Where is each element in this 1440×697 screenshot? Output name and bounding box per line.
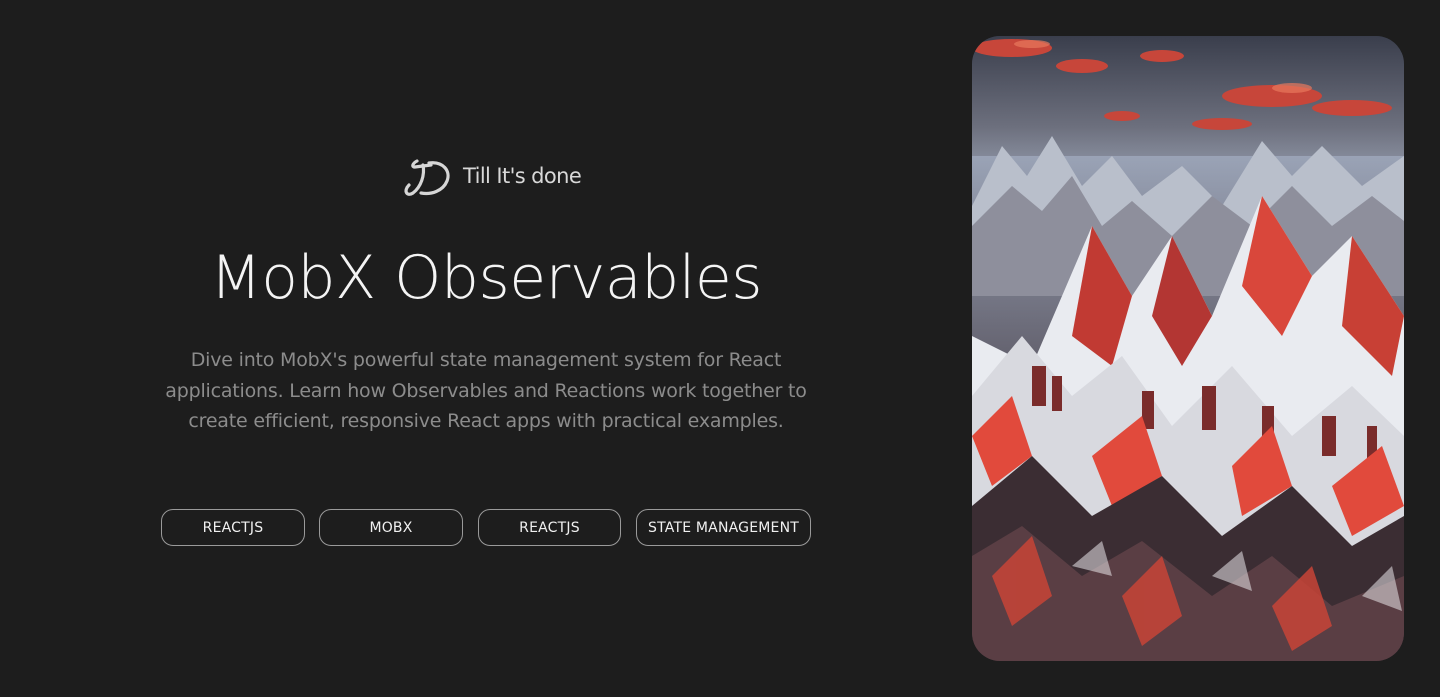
tag-reactjs-button[interactable]: REACTJS — [161, 509, 305, 546]
tag-list: REACTJS MOBX REACTJS STATE MANAGEMENT — [0, 509, 972, 546]
brand[interactable]: Till It's done — [403, 152, 582, 200]
td-signature-logo-icon — [404, 159, 450, 196]
tag-mobx-button[interactable]: MOBX — [319, 509, 463, 546]
cover-image — [972, 36, 1404, 661]
page-title: MobX Observables — [209, 243, 763, 313]
post-description: Dive into MobX's powerful state manageme… — [165, 349, 807, 432]
intro-section: Till It's done MobX Observables Dive int… — [0, 0, 972, 697]
tag-reactjs-button[interactable]: REACTJS — [478, 509, 621, 546]
tag-state-management-button[interactable]: STATE MANAGEMENT — [636, 509, 811, 546]
mountain-range-illustration — [972, 36, 1404, 661]
blog-post-header: Till It's done MobX Observables Dive int… — [0, 0, 1440, 697]
brand-name: Till It's done — [463, 164, 582, 188]
